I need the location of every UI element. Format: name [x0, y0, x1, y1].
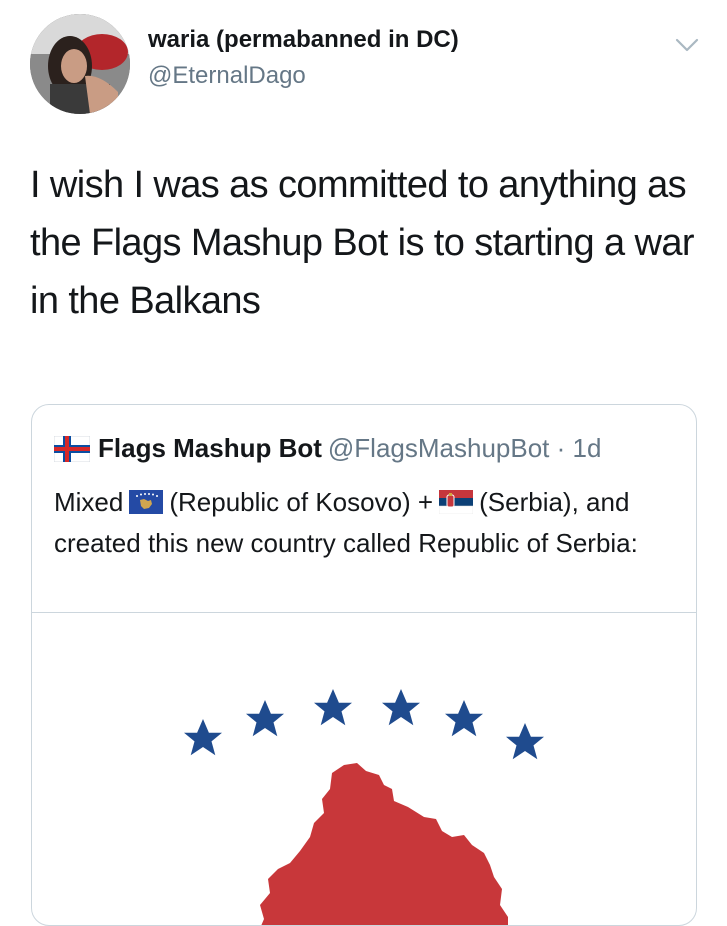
author-display-name[interactable]: waria (permabanned in DC): [148, 26, 459, 54]
author-handle[interactable]: @EternalDago: [148, 62, 306, 90]
quoted-text-part2: (Republic of Kosovo) +: [169, 487, 434, 517]
tweet-text: I wish I was as committed to anything as…: [30, 164, 695, 322]
quoted-tweet-header: Flags Mashup Bot @FlagsMashupBot · 1d: [53, 433, 602, 469]
serbia-flag-icon: [438, 486, 474, 524]
flag-star: [184, 719, 222, 756]
flag-star: [246, 700, 284, 737]
user-avatar-photo: [30, 14, 130, 114]
flag-star: [506, 723, 544, 760]
quoted-display-name[interactable]: Flags Mashup Bot: [98, 433, 322, 463]
quoted-text-part1: Mixed: [54, 487, 124, 517]
kosovo-map-shape: [260, 763, 508, 925]
kosovo-flag-icon: [129, 486, 164, 524]
chevron-down-icon[interactable]: [672, 30, 702, 60]
quoted-tweet-text: Mixed (Republic of Kosovo) + (Serbia), and…: [54, 483, 684, 562]
flag-star: [382, 689, 420, 726]
flag-star: [445, 700, 483, 737]
avatar[interactable]: [30, 14, 130, 114]
quoted-tweet-card[interactable]: Flags Mashup Bot @FlagsMashupBot · 1d Mix…: [31, 404, 697, 926]
mashup-flag-image[interactable]: [32, 613, 696, 925]
flag-star: [314, 689, 352, 726]
quoted-handle-time: @FlagsMashupBot · 1d: [327, 433, 602, 463]
faroe-islands-flag-icon: [53, 435, 91, 469]
